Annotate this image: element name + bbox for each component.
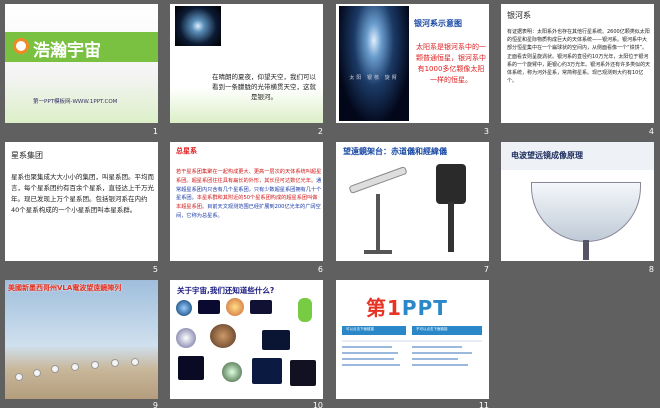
space-photo [250,300,272,314]
tab-label: 可以点击下面链接 [346,327,374,331]
space-photo [198,300,220,314]
planet-icon [176,300,192,316]
link-item[interactable] [342,346,392,348]
dish-icon [51,365,59,373]
logo-number: 1 [387,296,402,320]
sun-icon [226,298,244,316]
link-item[interactable] [412,352,472,354]
dish-icon [15,373,23,381]
slide-thumbnail-4[interactable]: 银河系 有证据表明：太阳系外也存在其他行星系统。2600亿颗类似太阳的恒星和星际… [501,4,654,123]
slide-thumbnail-5[interactable]: 星系集团 星系也聚集成大大小小的集团，叫星系团。平均而言，每个星系团约有百余个星… [5,142,158,261]
slide-thumbnail-8[interactable]: 电波望远镜成像原理 [501,142,654,261]
slide-number: 3 [483,127,489,136]
body-part: 若干星系团集聚在一起构成更大、更高一层次的天体系统叫超星系团。超星系团往往具有扁… [176,169,322,184]
slide-body: 若干星系团集聚在一起构成更大、更高一层次的天体系统叫超星系团。超星系团往往具有扁… [176,168,322,221]
slide-thumbnail-7[interactable]: 望遠鏡架台：赤道儀和經緯儀 [336,142,489,261]
slide-thumbnail-11[interactable]: 第1PPT 可以点击下面链接 不可以点击下面链接 [336,280,489,399]
telescope-icon [348,165,408,195]
slide-number: 5 [152,265,158,274]
slide-title: 星系集团 [11,151,43,160]
slide-thumbnail-1[interactable]: 浩瀚宇宙 第一PPT模板网-WWW.1PPT.COM [5,4,158,123]
dish-icon [111,359,119,367]
slide-title: 电波望远镜成像原理 [511,151,583,160]
slide-subtitle: 第一PPT模板网-WWW.1PPT.COM [33,99,118,105]
alien-icon [298,298,312,322]
link-item[interactable] [412,346,462,348]
dish-icon [71,363,79,371]
telescope-mount [448,202,454,252]
dish-array [15,355,150,385]
dish-icon [91,361,99,369]
galaxy-diagram-image [339,6,409,121]
planet-icon [176,328,196,348]
logo-icon [13,38,29,54]
space-photo [290,360,316,386]
slide-thumbnail-2[interactable]: 在晴朗的夏夜，仰望天空，我们可以看到一条朦胧的光带横贯天空，这就是银河。 [170,4,323,123]
slide-title: 银河系 [507,11,531,20]
space-photo [262,330,290,350]
slide-number: 4 [648,127,654,136]
link-item[interactable] [412,364,468,366]
link-item[interactable] [342,364,400,366]
slide-number: 2 [317,127,323,136]
slide-title: 银河系示意图 [414,19,462,28]
slide-title: 浩瀚宇宙 [33,41,101,61]
planet-icon [222,362,242,382]
slide-title: 美國新墨西哥州VLA電波望遠鏡陣列 [8,284,122,292]
slide-number: 1 [152,127,158,136]
logo-rest: PPT [401,296,448,320]
galaxy-image [175,6,221,46]
slide-thumbnail-10[interactable]: 关于宇宙,我们还知道些什么? [170,280,323,399]
link-item[interactable] [342,352,398,354]
slide-number: 9 [152,401,158,408]
slide-body: 星系也聚集成大大小小的集团，叫星系团。平均而言，每个星系团约有百余个星系，直径达… [11,173,154,214]
slide-body: 太阳系是银河系中的一颗普通恒星，银河系中有1000多亿颗像太阳一样的恒星。 [416,43,486,84]
logo-text: 第 [366,296,387,320]
dish-icon [131,358,139,366]
slide-title: 总星系 [176,147,197,155]
slide-title: 望遠鏡架台：赤道儀和經緯儀 [343,147,447,156]
telescope-icon [436,164,466,204]
slide-body: 有证据表明：太阳系外也存在其他行星系统。2600亿颗类似太阳的恒星和星际物质构成… [507,29,651,85]
slide-thumbnail-6[interactable]: 总星系 若干星系团集聚在一起构成更大、更高一层次的天体系统叫超星系团。超星系团往… [170,142,323,261]
link-item[interactable] [342,358,394,360]
slide-thumbnail-9[interactable]: 美國新墨西哥州VLA電波望遠鏡陣列 [5,280,158,399]
tab-label: 不可以点击下面链接 [416,327,448,331]
space-photo [252,358,282,384]
dish-icon [33,369,41,377]
divider [342,340,482,342]
slide-number: 6 [317,265,323,274]
planet-icon [210,324,236,348]
telescope-base [364,250,392,254]
space-photo [178,356,204,380]
slide-number: 7 [483,265,489,274]
link-item[interactable] [412,358,458,360]
slide-number: 10 [312,401,323,408]
brand-logo: 第1PPT [366,292,448,321]
radio-dish-icon [531,182,641,242]
dish-pole [583,240,589,260]
diagram-caption: 太阳 银核 旋臂 [349,75,399,81]
slide-text: 在晴朗的夏夜，仰望天空，我们可以看到一条朦胧的光带横贯天空，这就是银河。 [212,73,316,101]
slide-number: 11 [478,401,489,408]
slide-thumbnail-3[interactable]: 太阳 银核 旋臂 银河系示意图 太阳系是银河系中的一颗普通恒星，银河系中有100… [336,4,489,123]
slide-title: 关于宇宙,我们还知道些什么? [177,286,275,295]
telescope-mount [376,194,380,252]
slide-number: 8 [648,265,654,274]
